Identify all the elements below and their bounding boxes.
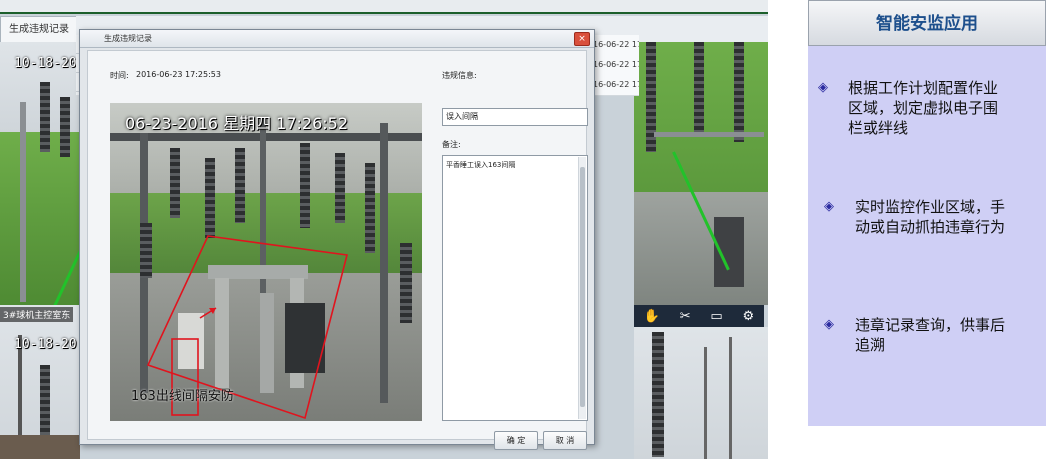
- virtual-fence-overlay: [146, 235, 348, 420]
- close-icon[interactable]: ×: [574, 32, 590, 46]
- camera-timestamp: 10-18-20: [14, 56, 77, 71]
- scrollbar-thumb[interactable]: [580, 167, 585, 407]
- gear-icon[interactable]: ⚙: [742, 309, 754, 324]
- feature-panel: 智能安监应用 ◈ 根据工作计划配置作业 区域，划定虚拟电子围 栏或绊线 ◈ 实时…: [808, 0, 1046, 426]
- record-date-cell[interactable]: 16-06-22 17: [592, 35, 639, 56]
- dialog-title: 生成违规记录: [104, 34, 152, 43]
- camera-view-top-right[interactable]: [634, 42, 768, 305]
- scissors-icon[interactable]: ✂: [680, 309, 691, 324]
- camera-timestamp: 10-18-20: [14, 337, 77, 352]
- violation-info-label: 违规信息:: [442, 71, 477, 80]
- bullet-text: 实时监控作业区域，手 动或自动抓拍违章行为: [855, 198, 1006, 236]
- record-date-cell[interactable]: 16-06-22 17: [592, 75, 639, 96]
- camera-name-label: 3#球机主控室东: [0, 307, 74, 322]
- bullet-item: ◈ 根据工作计划配置作业 区域，划定虚拟电子围 栏或绊线: [818, 78, 1046, 140]
- app-title-bar: [0, 0, 768, 14]
- cancel-button[interactable]: 取 消: [543, 431, 587, 450]
- bullet-text: 违章记录查询，供事后 追溯: [855, 316, 1006, 354]
- surveillance-app-window: 生成违规记录 10-18-20 3#球机主控室东 10-18-20 2 3 4: [0, 0, 768, 459]
- note-text: 平香睡工误入163间隔: [446, 161, 516, 169]
- snapshot-caption: 163出线间隔安防: [131, 389, 234, 404]
- time-value: 2016-06-23 17:25:53: [136, 70, 221, 79]
- confirm-button[interactable]: 确 定: [494, 431, 538, 450]
- camera-view-top-left[interactable]: 10-18-20: [0, 42, 80, 307]
- note-label: 备注:: [442, 140, 461, 149]
- diamond-bullet-icon: ◈: [824, 199, 834, 214]
- generate-violation-dialog: 生成违规记录 × 时间: 2016-06-23 17:25:53 06-23-2…: [79, 29, 595, 450]
- violation-info-input[interactable]: [442, 108, 588, 126]
- diamond-bullet-icon: ◈: [824, 317, 834, 332]
- panel-title: 智能安监应用: [808, 0, 1046, 46]
- hand-icon[interactable]: ✋: [644, 309, 660, 324]
- violation-snapshot: 06-23-2016 星期四 17:26:52 163出线间隔安防: [110, 103, 422, 421]
- time-label: 时间:: [110, 71, 129, 80]
- dialog-title-bar: 生成违规记录 ×: [80, 30, 594, 48]
- dialog-body: 时间: 2016-06-23 17:25:53 06-23-2016 星期四 1…: [87, 50, 588, 450]
- tab-violation-record[interactable]: 生成违规记录: [0, 16, 78, 44]
- record-icon[interactable]: ▭: [710, 309, 722, 324]
- note-scrollbar[interactable]: [578, 157, 586, 419]
- record-date-cell[interactable]: 16-06-22 17: [592, 55, 639, 76]
- camera-view-bottom-left[interactable]: 3#球机主控室东 10-18-20: [0, 305, 80, 459]
- bullet-item: ◈ 实时监控作业区域，手 动或自动抓拍违章行为: [824, 197, 1046, 239]
- bullet-item: ◈ 违章记录查询，供事后 追溯: [824, 315, 1046, 357]
- bullet-text: 根据工作计划配置作业 区域，划定虚拟电子围 栏或绊线: [848, 79, 999, 137]
- camera-view-bottom-right[interactable]: [634, 327, 768, 459]
- snapshot-timestamp: 06-23-2016 星期四 17:26:52: [125, 114, 349, 133]
- camera-toolbar: ✋ ✂ ▭ ⚙: [634, 305, 764, 327]
- diamond-bullet-icon: ◈: [818, 80, 828, 95]
- note-textarea[interactable]: 平香睡工误入163间隔: [442, 155, 588, 421]
